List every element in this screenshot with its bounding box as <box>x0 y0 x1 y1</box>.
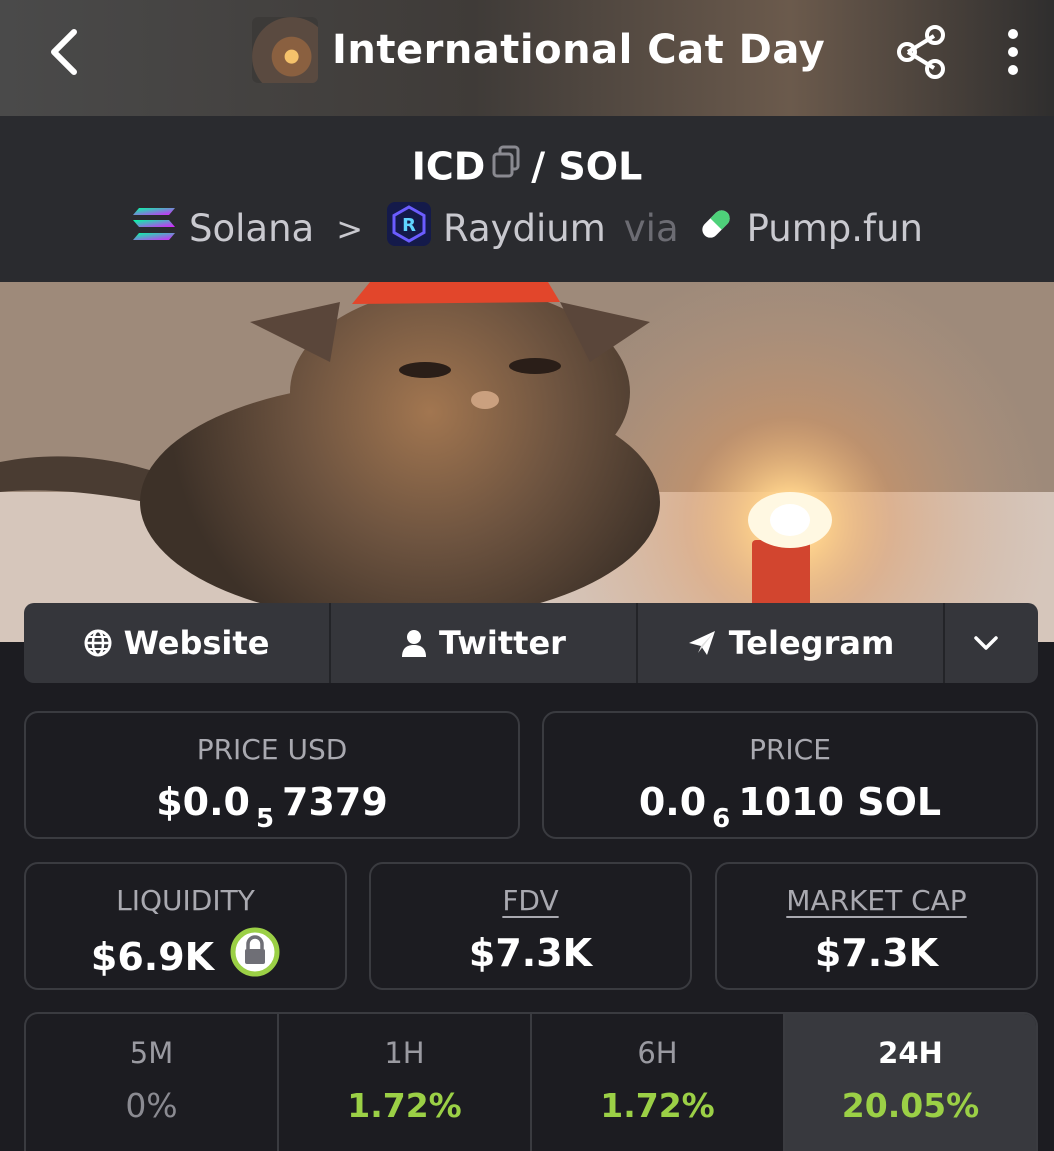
price-native-card: PRICE 0.0 6 1010 SOL <box>542 711 1038 839</box>
website-label: Website <box>123 624 270 662</box>
more-vertical-icon <box>1008 29 1018 75</box>
tab-1h-change: 1.72% <box>347 1086 462 1125</box>
raydium-icon: R <box>387 202 432 255</box>
price-native-value: 0.0 6 1010 SOL <box>544 780 1036 834</box>
solana-icon <box>131 206 177 251</box>
liquidity-lock-button[interactable] <box>230 927 280 986</box>
pair-title: ICD / SOL <box>0 144 1054 194</box>
market-cap-card[interactable]: MARKET CAP $7.3K <box>715 862 1038 990</box>
base-symbol: ICD <box>411 144 486 189</box>
chevron-right-icon: > <box>336 209 364 248</box>
price-usd-label: PRICE USD <box>196 733 348 766</box>
tab-5m-label: 5M <box>129 1036 174 1070</box>
copy-icon <box>492 145 520 178</box>
lock-icon <box>230 927 280 977</box>
market-cap-value: $7.3K <box>814 931 939 975</box>
tab-6h-change: 1.72% <box>600 1086 715 1125</box>
token-avatar <box>252 17 318 83</box>
tab-6h-label: 6H <box>637 1036 678 1070</box>
svg-text:R: R <box>402 215 416 236</box>
website-button[interactable]: Website <box>24 603 331 683</box>
via-label: via <box>623 207 679 250</box>
liquidity-value: $6.9K <box>90 934 215 979</box>
top-bar: International Cat Day <box>0 0 1054 116</box>
price-change-tabs: 5M 0% 1H 1.72% 6H 1.72% 24H 20.05% <box>24 1012 1038 1151</box>
fdv-value: $7.3K <box>468 931 593 975</box>
liquidity-value-row: $6.9K <box>26 927 345 986</box>
price-native-digits: 1010 SOL <box>738 780 942 824</box>
tab-5m[interactable]: 5M 0% <box>26 1014 279 1151</box>
price-native-prefix: 0.0 <box>638 780 707 824</box>
tab-1h-label: 1H <box>384 1036 425 1070</box>
price-usd-zero-count: 5 <box>255 804 275 834</box>
copy-address-button[interactable] <box>491 144 521 188</box>
share-button[interactable] <box>894 24 950 80</box>
chevron-down-icon <box>973 636 998 650</box>
market-cap-label[interactable]: MARKET CAP <box>717 884 1036 917</box>
price-usd-card: PRICE USD $0.0 5 7379 <box>24 711 520 839</box>
route-breadcrumb: Solana > R Raydium via Pump.fun <box>0 202 1054 255</box>
social-links-bar: Website Twitter Telegram <box>24 603 1038 683</box>
telegram-button[interactable]: Telegram <box>638 603 945 683</box>
fdv-card[interactable]: FDV $7.3K <box>369 862 692 990</box>
fdv-label[interactable]: FDV <box>371 884 690 917</box>
globe-icon <box>84 629 112 657</box>
tab-24h-label: 24H <box>878 1036 943 1070</box>
price-usd-prefix: $0.0 <box>156 780 250 824</box>
price-usd-digits: 7379 <box>282 780 388 824</box>
liquidity-label: LIQUIDITY <box>116 884 255 917</box>
twitter-label: Twitter <box>439 624 566 662</box>
paper-plane-icon <box>688 631 715 655</box>
pair-info: ICD / SOL Solana > R Raydium via Pump.fu… <box>0 116 1054 282</box>
telegram-label: Telegram <box>728 624 895 662</box>
launchpad-link[interactable]: Pump.fun <box>747 207 923 250</box>
token-banner-image <box>0 282 1054 642</box>
quote-symbol: SOL <box>558 144 643 189</box>
liquidity-card: LIQUIDITY $6.9K <box>24 862 347 990</box>
user-icon <box>402 630 427 657</box>
tab-5m-change: 0% <box>125 1086 178 1125</box>
price-native-zero-count: 6 <box>712 804 731 834</box>
page-title: International Cat Day <box>332 27 826 73</box>
pair-separator: / <box>531 144 546 189</box>
tab-1h[interactable]: 1H 1.72% <box>279 1014 532 1151</box>
dex-link[interactable]: Raydium <box>443 207 606 250</box>
pill-icon <box>697 205 735 252</box>
tab-6h[interactable]: 6H 1.72% <box>532 1014 785 1151</box>
more-options-button[interactable] <box>998 26 1028 78</box>
back-button[interactable] <box>38 24 94 80</box>
price-usd-value: $0.0 5 7379 <box>26 780 518 834</box>
price-native-label: PRICE <box>749 733 831 766</box>
share-icon <box>897 25 945 79</box>
tab-24h[interactable]: 24H 20.05% <box>785 1014 1036 1151</box>
back-chevron-icon <box>51 29 77 75</box>
chain-link[interactable]: Solana <box>189 207 314 250</box>
tab-24h-change: 20.05% <box>841 1086 980 1125</box>
token-title-group: International Cat Day <box>252 16 825 84</box>
more-links-button[interactable] <box>945 603 1038 683</box>
twitter-button[interactable]: Twitter <box>331 603 638 683</box>
